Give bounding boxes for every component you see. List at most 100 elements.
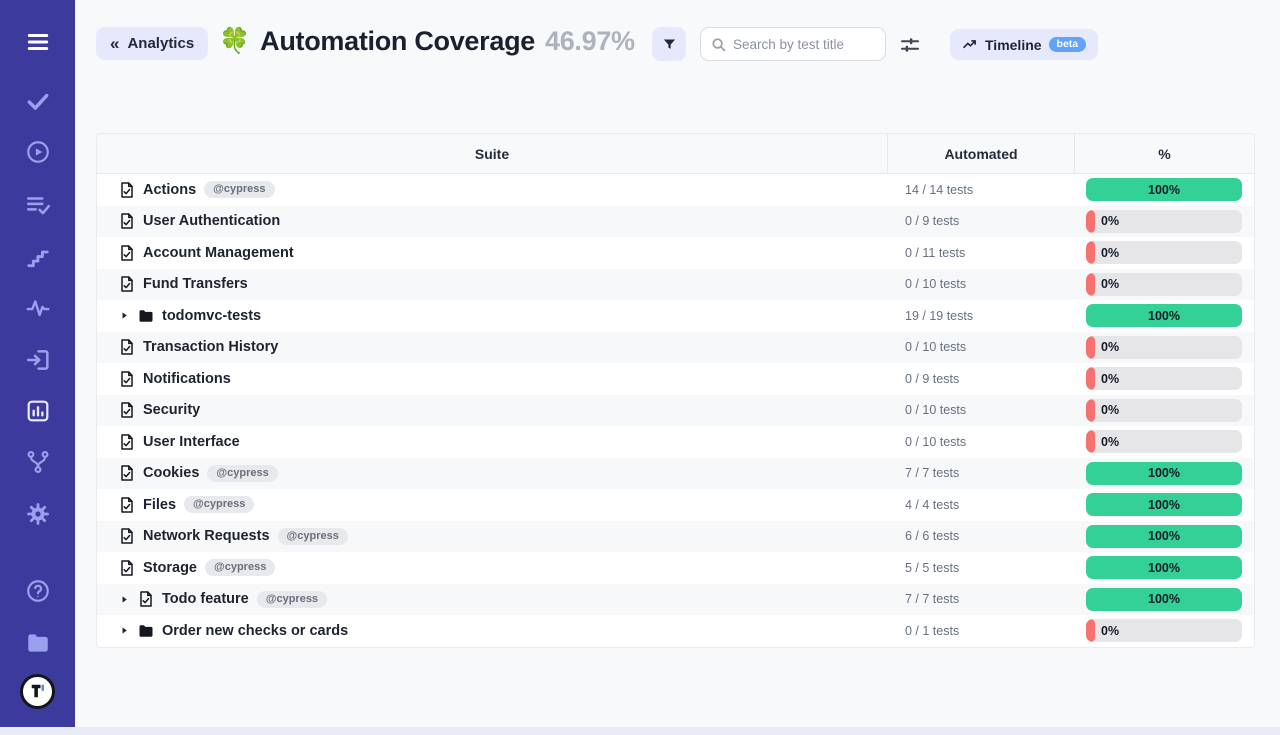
percent-cell: 100% bbox=[1074, 584, 1254, 616]
table-row[interactable]: Actions @cypress 14 / 14 tests 100% bbox=[97, 174, 1254, 206]
sliders-icon bbox=[898, 33, 924, 57]
suite-cell: Security bbox=[97, 395, 887, 427]
column-settings-button[interactable] bbox=[898, 32, 924, 58]
sidebar-nav bbox=[0, 0, 75, 727]
app-logo[interactable] bbox=[0, 674, 75, 708]
automated-count: 14 / 14 tests bbox=[887, 174, 1074, 206]
table-header-row: Suite Automated % bbox=[97, 134, 1254, 174]
filter-button[interactable] bbox=[652, 27, 686, 61]
suite-name[interactable]: Transaction History bbox=[143, 339, 278, 355]
page-title-group: 🍀 Automation Coverage 46.97% bbox=[219, 26, 635, 57]
suite-name[interactable]: Files bbox=[143, 497, 176, 513]
suite-name[interactable]: Security bbox=[143, 402, 200, 418]
search-box[interactable] bbox=[700, 27, 886, 61]
coverage-table: Suite Automated % Actions @cypress 14 / … bbox=[96, 133, 1255, 648]
folder-solid-icon bbox=[138, 308, 154, 324]
table-row[interactable]: Security 0 / 10 tests 0% bbox=[97, 395, 1254, 427]
suite-name[interactable]: User Interface bbox=[143, 434, 240, 450]
suite-name[interactable]: todomvc-tests bbox=[162, 308, 261, 324]
suite-name[interactable]: Todo feature bbox=[162, 591, 249, 607]
file-check-icon bbox=[119, 245, 135, 261]
table-row[interactable]: todomvc-tests 19 / 19 tests 100% bbox=[97, 300, 1254, 332]
back-to-analytics-button[interactable]: « Analytics bbox=[96, 27, 208, 60]
automated-count: 7 / 7 tests bbox=[887, 458, 1074, 490]
suite-name[interactable]: Fund Transfers bbox=[143, 276, 248, 292]
suite-tag: @cypress bbox=[184, 496, 254, 513]
suite-name[interactable]: Cookies bbox=[143, 465, 199, 481]
sidebar-item-settings[interactable] bbox=[0, 497, 75, 531]
file-check-icon bbox=[119, 213, 135, 229]
timeline-button[interactable]: Timeline beta bbox=[950, 29, 1098, 60]
expand-caret-icon[interactable] bbox=[119, 625, 130, 636]
automated-count: 0 / 1 tests bbox=[887, 615, 1074, 647]
automated-count: 0 / 10 tests bbox=[887, 395, 1074, 427]
expand-caret-icon[interactable] bbox=[119, 310, 130, 321]
table-row[interactable]: Todo feature @cypress 7 / 7 tests 100% bbox=[97, 584, 1254, 616]
coverage-bar: 0% bbox=[1086, 430, 1242, 453]
table-row[interactable]: Files @cypress 4 / 4 tests 100% bbox=[97, 489, 1254, 521]
suite-name[interactable]: Storage bbox=[143, 560, 197, 576]
coverage-bar: 0% bbox=[1086, 619, 1242, 642]
sidebar-item-help[interactable] bbox=[0, 574, 75, 608]
sidebar-item-branches[interactable] bbox=[0, 445, 75, 479]
table-row[interactable]: Account Management 0 / 11 tests 0% bbox=[97, 237, 1254, 269]
steps-icon bbox=[25, 244, 51, 270]
coverage-progress bbox=[1086, 241, 1095, 264]
coverage-bar-label: 100% bbox=[1086, 493, 1242, 516]
table-row[interactable]: Cookies @cypress 7 / 7 tests 100% bbox=[97, 458, 1254, 490]
sidebar-item-pulse[interactable] bbox=[0, 291, 75, 325]
sidebar-item-menu[interactable] bbox=[0, 25, 75, 59]
coverage-bar: 0% bbox=[1086, 241, 1242, 264]
table-row[interactable]: Order new checks or cards 0 / 1 tests 0% bbox=[97, 615, 1254, 647]
suite-cell: Account Management bbox=[97, 237, 887, 269]
table-body: Actions @cypress 14 / 14 tests 100% User… bbox=[97, 174, 1254, 647]
suite-cell: Files @cypress bbox=[97, 489, 887, 521]
folder-icon bbox=[25, 630, 51, 656]
column-header-suite: Suite bbox=[97, 134, 887, 173]
suite-name[interactable]: User Authentication bbox=[143, 213, 280, 229]
table-row[interactable]: Notifications 0 / 9 tests 0% bbox=[97, 363, 1254, 395]
file-check-icon bbox=[119, 560, 135, 576]
search-input[interactable] bbox=[733, 37, 875, 52]
expand-caret-icon[interactable] bbox=[119, 594, 130, 605]
automated-count: 0 / 9 tests bbox=[887, 363, 1074, 395]
table-row[interactable]: Transaction History 0 / 10 tests 0% bbox=[97, 332, 1254, 364]
coverage-bar-label: 100% bbox=[1086, 525, 1242, 548]
table-row[interactable]: Storage @cypress 5 / 5 tests 100% bbox=[97, 552, 1254, 584]
percent-cell: 100% bbox=[1074, 521, 1254, 553]
suite-name[interactable]: Notifications bbox=[143, 371, 231, 387]
suite-name[interactable]: Actions bbox=[143, 182, 196, 198]
suite-tag: @cypress bbox=[278, 528, 348, 545]
table-row[interactable]: Fund Transfers 0 / 10 tests 0% bbox=[97, 269, 1254, 301]
back-button-label: Analytics bbox=[127, 35, 194, 52]
app-window: « Analytics 🍀 Automation Coverage 46.97%… bbox=[0, 0, 1280, 727]
coverage-bar: 100% bbox=[1086, 493, 1242, 516]
chart-icon bbox=[25, 398, 51, 424]
sidebar-item-projects[interactable] bbox=[0, 626, 75, 660]
coverage-progress bbox=[1086, 367, 1095, 390]
sidebar-item-analytics[interactable] bbox=[0, 394, 75, 428]
table-row[interactable]: Network Requests @cypress 6 / 6 tests 10… bbox=[97, 521, 1254, 553]
suite-cell: Fund Transfers bbox=[97, 269, 887, 301]
sidebar-item-test-plans[interactable] bbox=[0, 188, 75, 222]
suite-name[interactable]: Account Management bbox=[143, 245, 294, 261]
coverage-bar: 100% bbox=[1086, 588, 1242, 611]
suite-name[interactable]: Order new checks or cards bbox=[162, 623, 348, 639]
table-row[interactable]: User Interface 0 / 10 tests 0% bbox=[97, 426, 1254, 458]
sidebar-item-steps[interactable] bbox=[0, 240, 75, 274]
trending-up-icon bbox=[962, 37, 978, 53]
automated-count: 0 / 10 tests bbox=[887, 332, 1074, 364]
folder-solid-icon bbox=[138, 623, 154, 639]
sidebar-item-import[interactable] bbox=[0, 343, 75, 377]
file-check-icon bbox=[119, 497, 135, 513]
sidebar-item-runs[interactable] bbox=[0, 135, 75, 169]
suite-cell: Cookies @cypress bbox=[97, 458, 887, 490]
table-row[interactable]: User Authentication 0 / 9 tests 0% bbox=[97, 206, 1254, 238]
suite-cell: Network Requests @cypress bbox=[97, 521, 887, 553]
suite-name[interactable]: Network Requests bbox=[143, 528, 270, 544]
sidebar-item-tests[interactable] bbox=[0, 84, 75, 118]
play-icon bbox=[25, 139, 51, 165]
automated-count: 7 / 7 tests bbox=[887, 584, 1074, 616]
automated-count: 5 / 5 tests bbox=[887, 552, 1074, 584]
file-check-icon bbox=[119, 371, 135, 387]
